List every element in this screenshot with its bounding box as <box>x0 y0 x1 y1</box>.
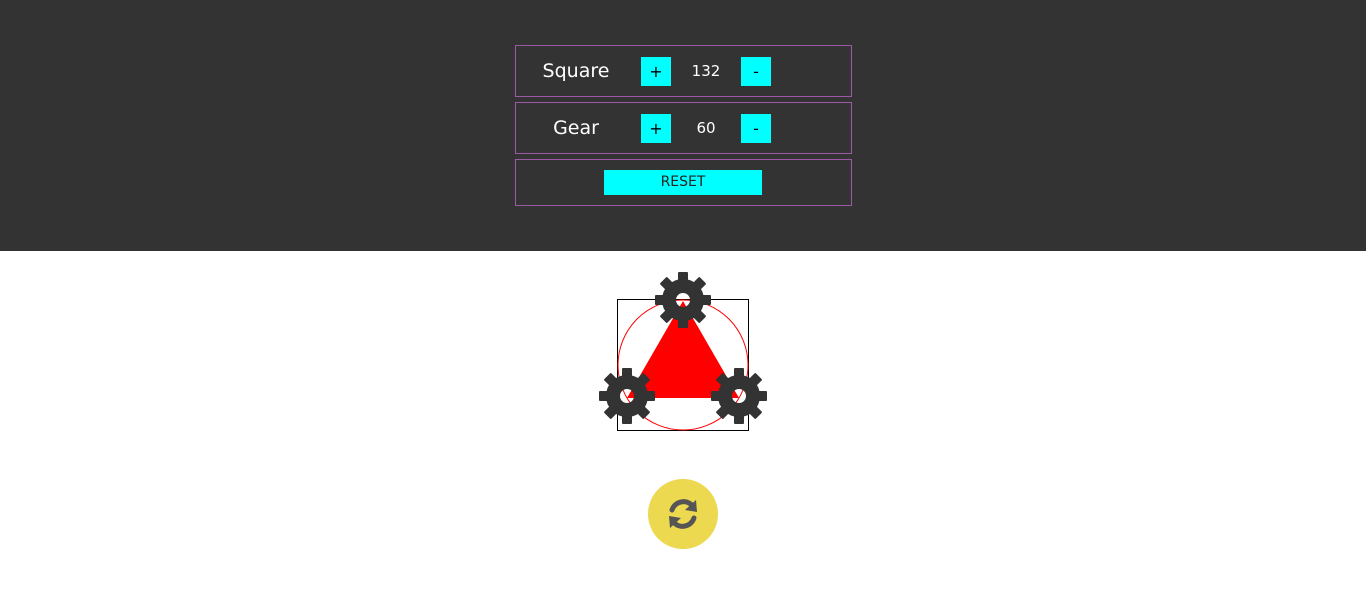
square-label: Square <box>542 60 610 82</box>
gear-icon <box>599 368 655 424</box>
gear-control-row: Gear + 60 - <box>515 102 852 154</box>
gear-scene <box>590 265 780 440</box>
reset-button[interactable]: RESET <box>604 170 762 195</box>
refresh-icon <box>669 499 697 529</box>
square-decrease-button[interactable]: - <box>741 57 771 86</box>
square-control-row: Square + 132 - <box>515 45 852 97</box>
square-increase-button[interactable]: + <box>641 57 671 86</box>
gear-value: 60 <box>696 119 716 137</box>
refresh-button[interactable] <box>648 479 718 549</box>
control-panel: Square + 132 - Gear + 60 - RESET <box>0 0 1366 251</box>
gear-icon <box>711 368 767 424</box>
gear-increase-button[interactable]: + <box>641 114 671 143</box>
gear-label: Gear <box>553 117 599 139</box>
reset-control-row: RESET <box>515 159 852 206</box>
square-value: 132 <box>691 62 721 80</box>
scene-canvas <box>590 265 780 431</box>
gear-decrease-button[interactable]: - <box>741 114 771 143</box>
